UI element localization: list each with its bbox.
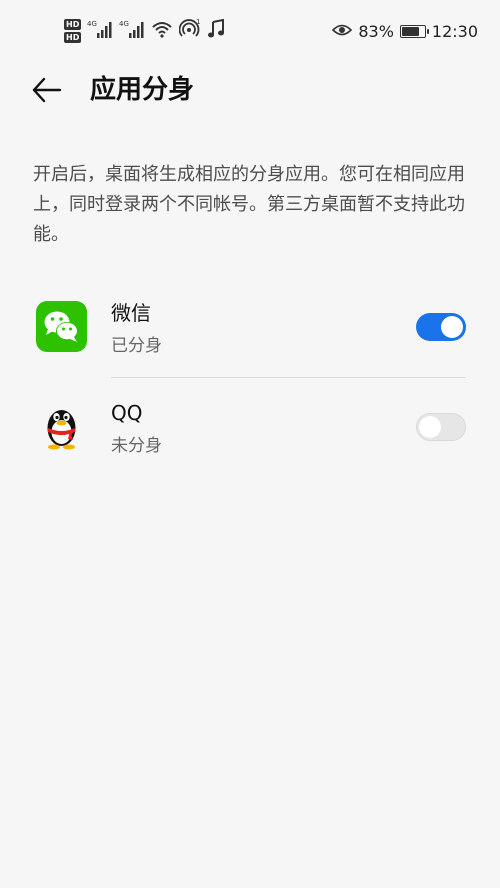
qq-penguin-icon: [36, 401, 87, 452]
music-note-icon: [207, 18, 225, 43]
wechat-clone-toggle[interactable]: [416, 313, 466, 341]
toggle-knob: [419, 416, 441, 438]
qq-clone-toggle[interactable]: [416, 413, 466, 441]
app-clone-status: 已分身: [111, 336, 162, 356]
list-item-qq: QQ 未分身: [0, 380, 500, 476]
page-title: 应用分身: [90, 75, 195, 105]
signal-icon: 4G: [119, 18, 145, 44]
eye-icon: [332, 22, 353, 41]
list-item-wechat: 微信 已分身: [0, 280, 500, 378]
hotspot-icon: 1: [178, 18, 201, 44]
wifi-icon: [151, 19, 173, 43]
app-header: 应用分身: [0, 62, 500, 118]
hd-icon: HD: [64, 32, 82, 43]
status-bar: HD HD 4G 4G 1 83% 12:30: [0, 0, 500, 60]
battery-icon: [399, 24, 429, 38]
toggle-knob: [441, 316, 463, 338]
network-type-label: 4G: [119, 20, 129, 28]
status-left-group: HD HD 4G 4G 1: [64, 14, 225, 48]
battery-percent: 83%: [358, 21, 394, 41]
signal-icon: 4G: [87, 18, 113, 44]
battery-fill: [401, 26, 420, 36]
app-name: QQ: [111, 401, 143, 425]
feature-description: 开启后，桌面将生成相应的分身应用。您可在相同应用上，同时登录两个不同帐号。第三方…: [33, 164, 465, 245]
hd-icons: HD HD: [64, 19, 82, 43]
arrow-left-icon: [32, 77, 62, 103]
back-button[interactable]: [30, 74, 66, 106]
divider: [111, 377, 466, 378]
network-type-label: 4G: [87, 20, 97, 28]
svg-text:1: 1: [196, 18, 200, 26]
wechat-icon: [36, 301, 87, 352]
status-right-group: 83% 12:30: [332, 18, 478, 44]
app-name: 微信: [111, 301, 151, 325]
hd-icon: HD: [64, 19, 82, 30]
app-clone-status: 未分身: [111, 436, 162, 456]
clock: 12:30: [431, 21, 478, 41]
